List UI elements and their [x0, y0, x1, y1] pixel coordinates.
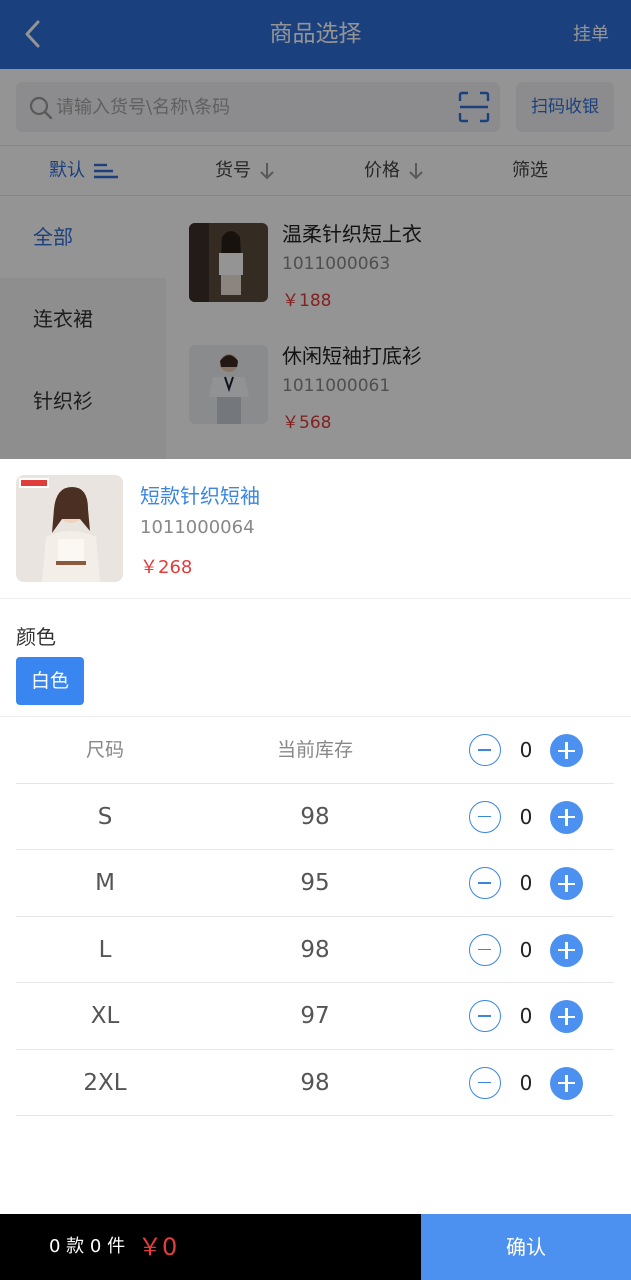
- table-header-row: 尺码 当前库存 0: [16, 717, 614, 784]
- order-total: ￥0: [138, 1233, 178, 1261]
- selected-product-price: ￥268: [140, 557, 193, 578]
- table-row: 2XL 98 0: [16, 1050, 614, 1116]
- stock-value: 97: [300, 1003, 330, 1029]
- size-value: S: [97, 803, 113, 830]
- color-label: 颜色: [16, 625, 56, 649]
- stock-value: 98: [300, 936, 330, 963]
- plus-icon[interactable]: [550, 1066, 583, 1100]
- size-quantity-table: 尺码 当前库存 0 S 98 0 M 95 0 L 98 0 XL 97 0 2…: [16, 717, 614, 1116]
- quantity-value[interactable]: 0: [511, 717, 541, 783]
- size-value: 2XL: [83, 1069, 127, 1096]
- order-summary: 0 款 0 件: [49, 1236, 126, 1257]
- stock-value: 98: [300, 803, 330, 830]
- color-option-white[interactable]: 白色: [16, 657, 84, 705]
- sku-selector-sheet: 短款针织短袖 1011000064 ￥268 颜色 白色 尺码 当前库存 0 S…: [0, 459, 631, 1214]
- plus-icon[interactable]: [550, 867, 583, 900]
- table-row: XL 97 0: [16, 983, 614, 1050]
- minus-icon[interactable]: [469, 867, 501, 899]
- plus-icon[interactable]: [550, 734, 583, 767]
- plus-icon[interactable]: [550, 800, 583, 834]
- quantity-value[interactable]: 0: [511, 983, 541, 1049]
- minus-icon[interactable]: [469, 933, 501, 966]
- selected-product-code: 1011000064: [140, 517, 255, 538]
- selected-product-image: [16, 475, 123, 582]
- stock-column-header: 当前库存: [276, 739, 353, 761]
- size-value: M: [95, 870, 115, 896]
- minus-icon[interactable]: [469, 1000, 501, 1032]
- divider: [0, 598, 631, 599]
- quantity-value[interactable]: 0: [511, 784, 541, 850]
- size-value: XL: [90, 1003, 120, 1029]
- table-row: L 98 0: [16, 917, 614, 983]
- plus-icon[interactable]: [550, 1000, 583, 1033]
- minus-icon[interactable]: [469, 734, 501, 766]
- minus-icon[interactable]: [469, 800, 501, 833]
- stock-value: 95: [300, 870, 330, 896]
- size-value: L: [98, 936, 112, 963]
- quantity-value[interactable]: 0: [511, 917, 541, 983]
- stock-value: 98: [300, 1069, 330, 1096]
- quantity-value[interactable]: 0: [511, 850, 541, 916]
- selected-product-name: 短款针织短袖: [140, 484, 260, 508]
- minus-icon[interactable]: [469, 1066, 501, 1099]
- modal-backdrop[interactable]: [0, 0, 631, 459]
- bottom-bar: 0 款 0 件 ￥0 确认: [0, 1214, 631, 1280]
- plus-icon[interactable]: [550, 933, 583, 967]
- size-column-header: 尺码: [85, 739, 124, 761]
- confirm-button[interactable]: 确认: [421, 1214, 631, 1280]
- table-row: M 95 0: [16, 850, 614, 917]
- table-row: S 98 0: [16, 784, 614, 850]
- quantity-value[interactable]: 0: [511, 1050, 541, 1116]
